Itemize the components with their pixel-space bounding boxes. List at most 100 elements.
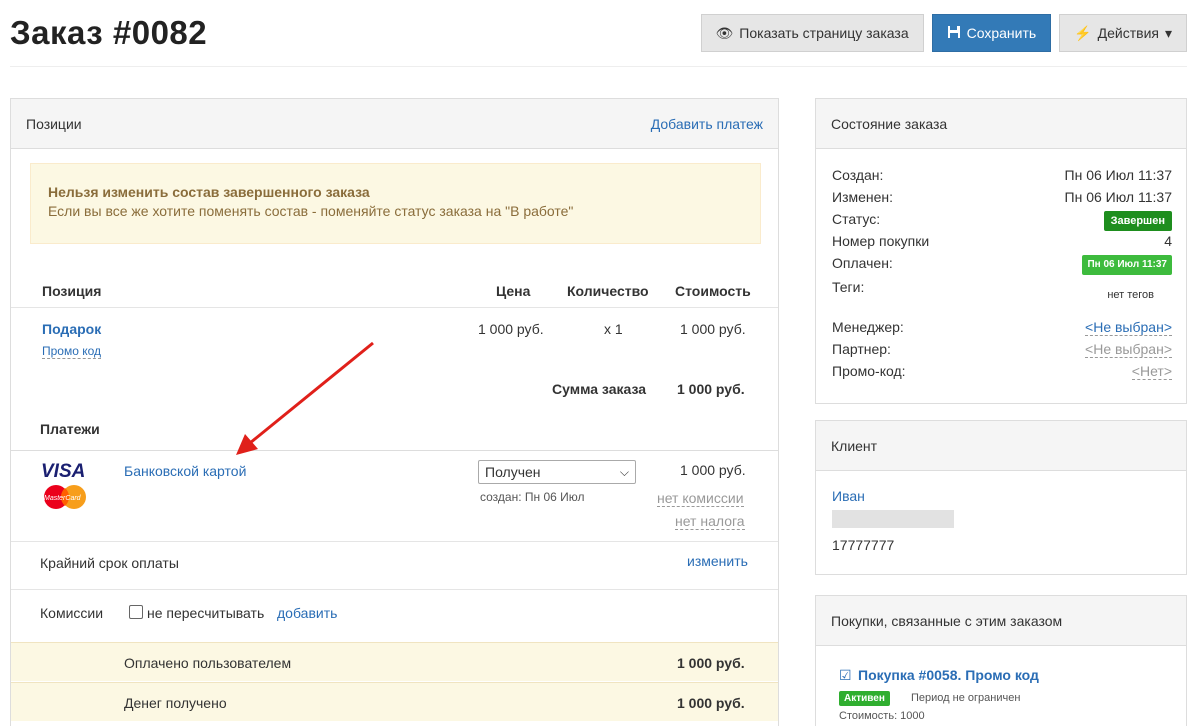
created-row: Создан: Пн 06 Июл 11:37 <box>832 167 1172 183</box>
paid-by-user-row: Оплачено пользователем 1 000 руб. <box>11 642 778 681</box>
money-received-row: Денег получено 1 000 руб. <box>11 682 778 721</box>
positions-title: Позиции <box>26 115 82 132</box>
payment-deadline-label: Крайний срок оплаты <box>40 555 179 571</box>
created-label: Создан: <box>832 167 884 183</box>
chevron-down-icon: ⌵ <box>619 464 629 479</box>
tags-label: Теги: <box>832 279 865 295</box>
page-title: Заказ #0082 <box>10 14 208 51</box>
client-name-link[interactable]: Иван <box>832 488 865 504</box>
order-state-panel: Состояние заказа Создан: Пн 06 Июл 11:37… <box>815 98 1187 404</box>
client-heading: Клиент <box>816 421 1186 471</box>
payment-status-select[interactable]: Получен ⌵ <box>478 460 636 484</box>
sum-label: Сумма заказа <box>552 381 647 397</box>
item-quantity: x 1 <box>604 321 623 337</box>
add-commission-link[interactable]: добавить <box>277 605 337 621</box>
payment-status-value: Получен <box>485 464 541 480</box>
partner-row: Партнер: <Не выбран> <box>832 341 1172 358</box>
col-quantity: Количество <box>567 283 649 299</box>
check-square-icon: ☑ <box>839 667 852 683</box>
changed-value: Пн 06 Июл 11:37 <box>1064 189 1172 205</box>
manager-label: Менеджер: <box>832 319 904 335</box>
col-price: Цена <box>496 283 531 299</box>
redacted-email <box>832 510 954 528</box>
tags-value: нет тегов <box>1107 289 1154 301</box>
save-button[interactable]: Сохранить <box>931 14 1052 52</box>
promo-label: Промо-код: <box>832 363 906 379</box>
alert-title: Нельзя изменить состав завершенного зака… <box>48 184 370 200</box>
commissions-label: Комиссии <box>40 605 104 621</box>
paid-row: Оплачен: Пн 06 Июл 11:37 <box>832 255 1172 275</box>
caret-down-icon: ▾ <box>1164 24 1172 41</box>
completed-order-alert: Нельзя изменить состав завершенного зака… <box>30 163 761 244</box>
status-badge: Завершен <box>1103 211 1172 231</box>
money-received-label: Денег получено <box>124 695 227 711</box>
save-label: Сохранить <box>966 25 1037 41</box>
manager-select-link[interactable]: <Не выбран> <box>1085 319 1172 336</box>
purchase-period: Период не ограничен <box>911 692 1021 704</box>
no-tax-link[interactable]: нет налога <box>675 513 745 530</box>
bolt-icon: ⚡ <box>1074 24 1092 41</box>
paid-badge: Пн 06 Июл 11:37 <box>1082 255 1172 275</box>
purchase-link[interactable]: Покупка #0058. Промо код <box>858 667 1039 683</box>
mastercard-logo: MasterCard <box>40 484 92 513</box>
money-received-value: 1 000 руб. <box>677 695 745 711</box>
payment-method-link[interactable]: Банковской картой <box>124 463 246 479</box>
client-title: Клиент <box>831 437 878 454</box>
col-cost: Стоимость <box>675 283 751 299</box>
status-row: Статус: Завершен <box>832 211 1172 231</box>
show-order-page-label: Показать страницу заказа <box>739 25 909 41</box>
deadline-change-link[interactable]: изменить <box>687 553 748 569</box>
paid-by-user-label: Оплачено пользователем <box>124 655 292 671</box>
payments-title: Платежи <box>40 421 100 437</box>
col-position: Позиция <box>42 283 102 299</box>
paid-by-user-value: 1 000 руб. <box>677 655 745 671</box>
item-cost: 1 000 руб. <box>680 321 746 337</box>
eye-icon: 👁 <box>715 24 734 41</box>
add-payment-link[interactable]: Добавить платеж <box>651 116 763 132</box>
item-price: 1 000 руб. <box>478 321 544 337</box>
item-name-link[interactable]: Подарок <box>42 321 101 337</box>
promo-select-link[interactable]: <Нет> <box>1131 363 1172 380</box>
partner-select-link[interactable]: <Не выбран> <box>1085 341 1172 358</box>
visa-logo: VISA <box>41 461 86 482</box>
no-recalc-checkbox[interactable] <box>129 605 143 619</box>
no-recalc-label: не пересчитывать <box>147 605 265 621</box>
status-label: Статус: <box>832 211 881 227</box>
items-table-header: Позиция Цена Количество Стоимость <box>11 275 778 305</box>
created-value: Пн 06 Июл 11:37 <box>1064 167 1172 183</box>
purchase-number-label: Номер покупки <box>832 233 930 249</box>
paid-label: Оплачен: <box>832 255 893 271</box>
positions-heading: Позиции Добавить платеж <box>11 99 778 149</box>
header-divider <box>10 66 1187 67</box>
alert-text: Если вы все же хотите поменять состав - … <box>48 203 574 219</box>
svg-text:MasterCard: MasterCard <box>44 495 82 502</box>
related-purchases-heading: Покупки, связанные с этим заказом <box>816 596 1186 646</box>
payment-created: создан: Пн 06 Июл <box>480 490 585 504</box>
payment-amount: 1 000 руб. <box>680 462 746 478</box>
item-promo-link[interactable]: Промо код <box>42 344 102 359</box>
sum-value: 1 000 руб. <box>677 381 745 397</box>
changed-label: Изменен: <box>832 189 894 205</box>
no-commission-link[interactable]: нет комиссии <box>657 490 744 507</box>
client-phone: 17777777 <box>832 537 895 553</box>
client-panel: Клиент Иван 17777777 <box>815 420 1187 575</box>
header-actions: 👁 Показать страницу заказа Сохранить ⚡ Д… <box>700 14 1187 52</box>
positions-panel: Позиции Добавить платеж Нельзя изменить … <box>10 98 779 726</box>
order-state-title: Состояние заказа <box>831 115 948 132</box>
purchase-number-row: Номер покупки 4 <box>832 233 1172 249</box>
related-purchases-panel: Покупки, связанные с этим заказом ☑ Поку… <box>815 595 1187 726</box>
floppy-icon <box>947 25 961 42</box>
actions-label: Действия <box>1097 25 1159 41</box>
tags-row: Теги: нет тегов <box>832 279 1172 303</box>
related-purchases-title: Покупки, связанные с этим заказом <box>831 612 1063 629</box>
order-state-heading: Состояние заказа <box>816 99 1186 149</box>
purchase-active-badge: Активен <box>839 691 890 706</box>
show-order-page-button[interactable]: 👁 Показать страницу заказа <box>700 14 924 52</box>
purchase-number-value: 4 <box>1164 233 1172 249</box>
partner-label: Партнер: <box>832 341 891 357</box>
changed-row: Изменен: Пн 06 Июл 11:37 <box>832 189 1172 205</box>
actions-dropdown-button[interactable]: ⚡ Действия ▾ <box>1059 14 1187 52</box>
purchase-cost: Стоимость: 1000 <box>839 710 925 722</box>
manager-row: Менеджер: <Не выбран> <box>832 319 1172 336</box>
promo-row: Промо-код: <Нет> <box>832 363 1172 380</box>
